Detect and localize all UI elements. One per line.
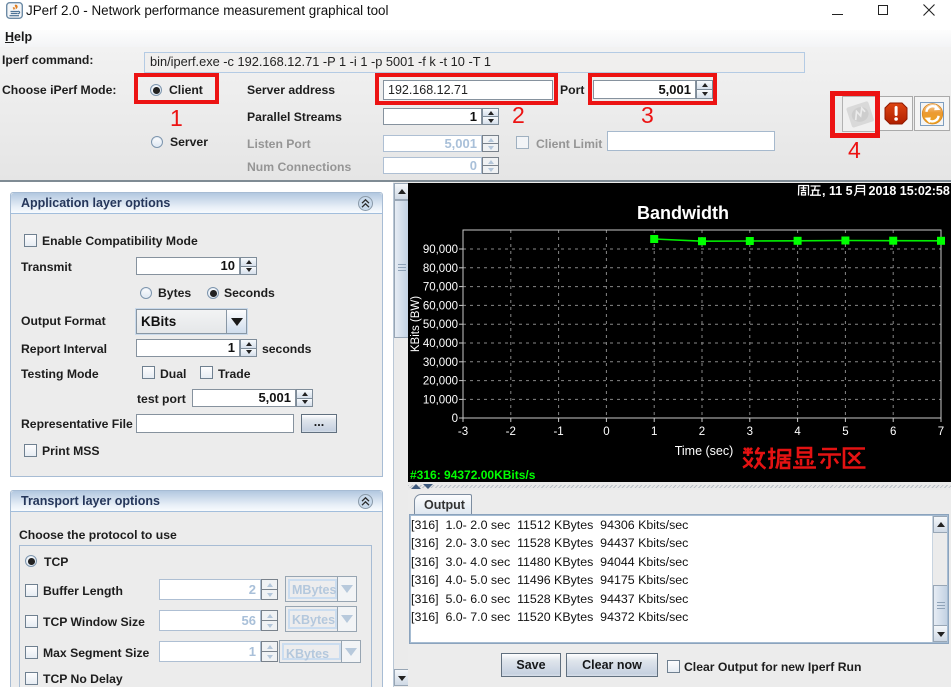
svg-text:50,000: 50,000 (423, 319, 458, 331)
svg-text:70,000: 70,000 (423, 282, 458, 294)
svg-text:Bandwidth: Bandwidth (637, 203, 729, 223)
svg-text:80,000: 80,000 (423, 263, 458, 275)
svg-text:Time (sec): Time (sec) (675, 444, 734, 458)
svg-text:-2: -2 (506, 426, 516, 438)
svg-text:2: 2 (699, 426, 705, 438)
svg-text:KBits (BW): KBits (BW) (410, 296, 422, 352)
svg-text:-1: -1 (553, 426, 563, 438)
svg-text:4: 4 (794, 426, 801, 438)
svg-text:1: 1 (651, 426, 657, 438)
svg-text:60,000: 60,000 (423, 300, 458, 312)
svg-text:#316: 94372.00KBits/s: #316: 94372.00KBits/s (410, 468, 536, 482)
svg-text:7: 7 (938, 426, 944, 438)
svg-text:20,000: 20,000 (423, 376, 458, 388)
svg-text:5: 5 (842, 426, 848, 438)
svg-text:, 11 5: , 11 5 (822, 184, 853, 198)
svg-text:2018 15:02:58: 2018 15:02:58 (869, 184, 950, 198)
svg-text:90,000: 90,000 (423, 244, 458, 256)
svg-text:40,000: 40,000 (423, 338, 458, 350)
svg-text:6: 6 (890, 426, 896, 438)
svg-text:0: 0 (452, 413, 458, 425)
svg-text:0: 0 (603, 426, 609, 438)
svg-text:-3: -3 (458, 426, 468, 438)
svg-text:10,000: 10,000 (423, 394, 458, 406)
svg-text:30,000: 30,000 (423, 357, 458, 369)
svg-text:3: 3 (747, 426, 753, 438)
